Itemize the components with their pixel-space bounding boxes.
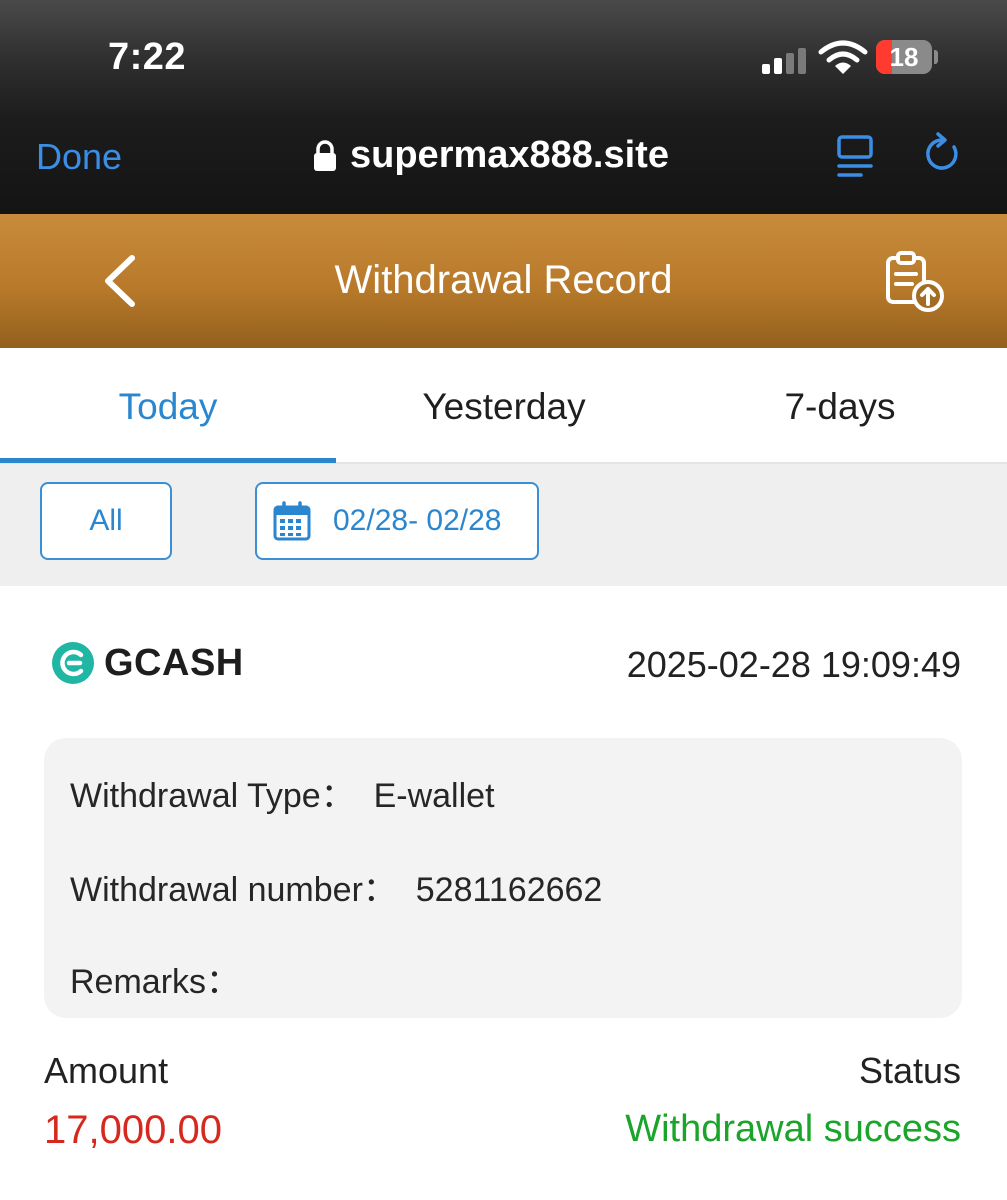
app-header: Withdrawal Record <box>0 214 1007 348</box>
browser-chrome: 7:22 18 Done supermax888.site <box>0 0 1007 214</box>
export-record-icon[interactable] <box>882 248 948 314</box>
tab-yesterday[interactable]: Yesterday <box>336 386 672 428</box>
tab-today[interactable]: Today <box>0 386 336 428</box>
date-range-text: 02/28- 02/28 <box>333 504 502 537</box>
reload-icon[interactable] <box>920 132 964 176</box>
provider: GCASH <box>50 640 244 686</box>
amount-value: 17,000.00 <box>44 1108 222 1152</box>
page-title: Withdrawal Record <box>334 258 673 302</box>
filter-all-button[interactable]: All <box>40 482 172 560</box>
period-tabs: Today Yesterday 7-days <box>0 348 1007 464</box>
done-button[interactable]: Done <box>36 136 122 178</box>
battery-icon: 18 <box>876 40 932 74</box>
reader-icon[interactable] <box>836 134 874 178</box>
provider-name: GCASH <box>104 641 244 684</box>
battery-level: 18 <box>889 42 919 72</box>
date-range-button[interactable]: 02/28- 02/28 <box>255 482 539 560</box>
filter-bar: All 02/28- 02/28 <box>0 464 1007 586</box>
remarks: Remarks： <box>70 963 241 1001</box>
status-time: 7:22 <box>108 36 187 78</box>
tab-7-days[interactable]: 7-days <box>672 386 1007 428</box>
record-details: Withdrawal Type： E-wallet Withdrawal num… <box>44 738 962 1018</box>
gcash-logo-icon <box>52 642 94 684</box>
status-value: Withdrawal success <box>625 1108 961 1150</box>
status-label: Status <box>858 1050 961 1091</box>
withdrawal-type: Withdrawal Type： E-wallet <box>70 777 495 815</box>
record-datetime: 2025-02-28 19:09:49 <box>626 644 961 685</box>
url-text: supermax888.site <box>350 134 669 176</box>
withdrawal-number: Withdrawal number： 5281162662 <box>70 871 603 909</box>
active-tab-indicator <box>0 458 336 463</box>
calendar-icon <box>273 501 311 541</box>
cellular-signal-icon <box>762 48 808 74</box>
amount-label: Amount <box>44 1050 169 1091</box>
url-bar[interactable]: supermax888.site <box>312 134 669 177</box>
battery-cap <box>934 50 938 64</box>
wifi-icon <box>818 40 868 74</box>
lock-icon <box>314 139 336 171</box>
